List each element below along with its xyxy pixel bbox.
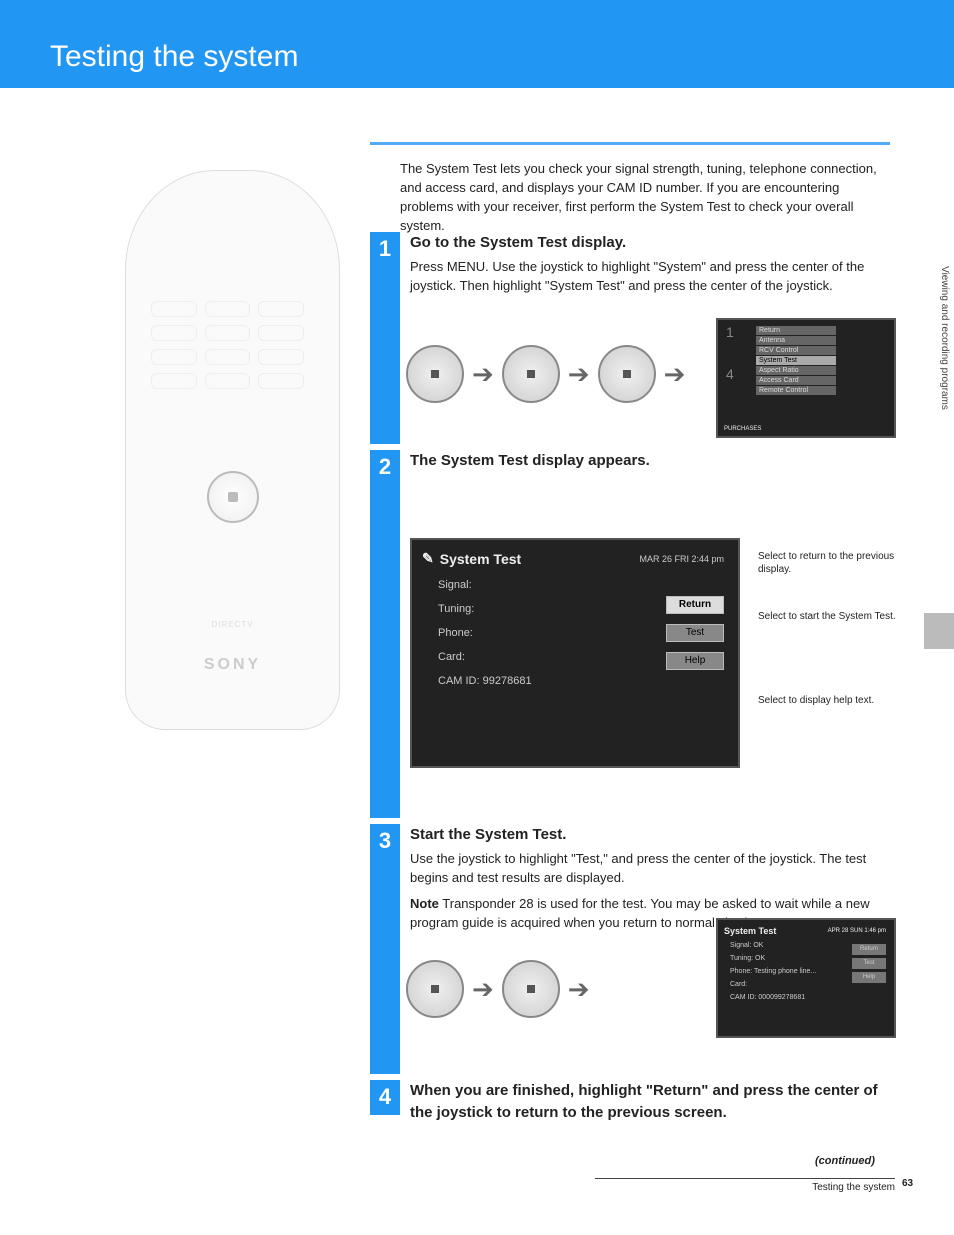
return-button[interactable]: Return xyxy=(852,944,886,955)
footer-title: Testing the system xyxy=(595,1178,895,1193)
side-tab xyxy=(924,613,954,649)
step-2: The System Test display appears. xyxy=(410,450,890,476)
osd-date: MAR 26 FRI 2:44 pm xyxy=(639,554,724,564)
submenu-item: RCV Control xyxy=(756,346,836,355)
arrow-icon: ➔ xyxy=(664,359,686,390)
page-title: Testing the system xyxy=(50,40,298,74)
step-2-title: The System Test display appears. xyxy=(410,450,890,472)
step-number-4: 4 xyxy=(370,1080,400,1115)
submenu-item: Return xyxy=(756,326,836,335)
step-1-icons: ➔ ➔ ➔ xyxy=(406,345,693,403)
remote-illustration: DIRECTV SONY xyxy=(125,170,340,730)
submenu-item-selected: System Test xyxy=(756,356,836,365)
balloon-icon: ✎ xyxy=(422,550,434,567)
test-button[interactable]: Test xyxy=(852,958,886,969)
osd-title: System Test xyxy=(440,551,521,567)
step-3: Start the System Test. Use the joystick … xyxy=(410,824,890,933)
osd3-date: APR 28 SUN 1:46 pm xyxy=(828,928,886,934)
arrow-icon: ➔ xyxy=(568,974,590,1005)
callout-help: Select to display help text. xyxy=(758,694,898,707)
arrow-icon: ➔ xyxy=(568,359,590,390)
step-1: Go to the System Test display. Press MEN… xyxy=(410,232,890,295)
menu-num-4: 4 xyxy=(726,366,734,382)
row-signal: Signal: xyxy=(438,579,728,591)
osd-menu-screenshot: 1 4 Return Antenna RCV Control System Te… xyxy=(716,318,896,438)
step-3-body: Use the joystick to highlight "Test," an… xyxy=(410,850,890,888)
help-button[interactable]: Help xyxy=(852,972,886,983)
return-button[interactable]: Return xyxy=(666,596,724,614)
system-test-result-screenshot: System Test APR 28 SUN 1:46 pm Signal: O… xyxy=(716,918,896,1038)
remote-sub-brand: DIRECTV xyxy=(126,620,339,629)
submenu-item: Access Card xyxy=(756,376,836,385)
test-button[interactable]: Test xyxy=(666,624,724,642)
menu-button-icon xyxy=(406,345,464,403)
step-1-title: Go to the System Test display. xyxy=(410,232,890,254)
row-camid: 99278681 xyxy=(483,675,532,687)
menu-icon-label: PURCHASES xyxy=(724,426,761,432)
continued-label: (continued) xyxy=(815,1155,875,1167)
menu-num-1: 1 xyxy=(726,324,734,340)
step-number-1: 1 xyxy=(370,232,400,444)
joystick-icon xyxy=(406,960,464,1018)
help-button[interactable]: Help xyxy=(666,652,724,670)
accent-rule xyxy=(370,142,890,145)
joystick-press-icon xyxy=(502,960,560,1018)
step-3-icons: ➔ ➔ xyxy=(406,960,598,1018)
note-label: Note xyxy=(410,896,439,911)
arrow-icon: ➔ xyxy=(472,359,494,390)
submenu-item: Aspect Ratio xyxy=(756,366,836,375)
step-3-title: Start the System Test. xyxy=(410,824,890,846)
remote-brand: SONY xyxy=(126,656,339,674)
step-4: When you are finished, highlight "Return… xyxy=(410,1080,890,1128)
callout-test: Select to start the System Test. xyxy=(758,610,898,623)
step-number-2: 2 xyxy=(370,450,400,818)
page-header: Testing the system xyxy=(0,0,954,88)
step-1-body: Press MENU. Use the joystick to highligh… xyxy=(410,258,890,296)
arrow-icon: ➔ xyxy=(472,974,494,1005)
joystick-icon xyxy=(502,345,560,403)
side-tab-label: Viewing and recording programs xyxy=(939,238,950,438)
callout-return: Select to return to the previous display… xyxy=(758,550,898,576)
osd3-camid: CAM ID: 000099278681 xyxy=(730,994,888,1001)
step-4-title: When you are finished, highlight "Return… xyxy=(410,1080,890,1124)
submenu-item: Remote Control xyxy=(756,386,836,395)
step-number-3: 3 xyxy=(370,824,400,1074)
submenu-item: Antenna xyxy=(756,336,836,345)
system-test-screenshot: ✎System Test MAR 26 FRI 2:44 pm Signal: … xyxy=(410,538,740,768)
joystick-press-icon xyxy=(598,345,656,403)
row-camid-label: CAM ID: xyxy=(438,675,480,687)
intro-paragraph: The System Test lets you check your sign… xyxy=(400,160,890,235)
footer-page: 63 xyxy=(902,1178,913,1189)
submenu: Return Antenna RCV Control System Test A… xyxy=(756,326,836,396)
